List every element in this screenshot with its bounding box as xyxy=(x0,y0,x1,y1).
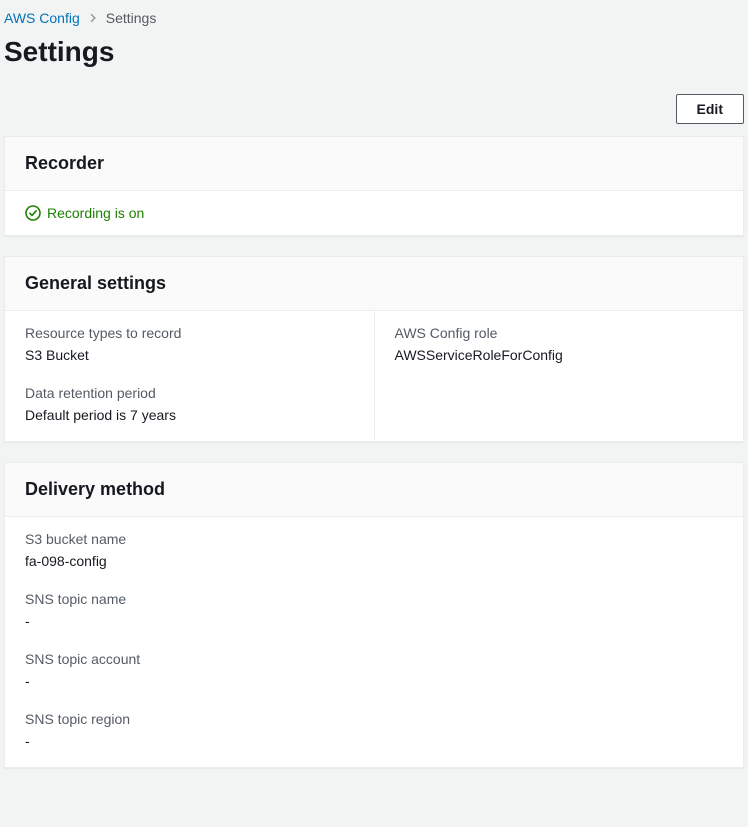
recorder-panel-header: Recorder xyxy=(5,137,743,191)
config-role-value: AWSServiceRoleForConfig xyxy=(395,347,724,363)
breadcrumb: AWS Config Settings xyxy=(0,0,748,30)
s3-bucket-value: fa-098-config xyxy=(25,553,723,569)
config-role-label: AWS Config role xyxy=(395,325,724,341)
recorder-status-text: Recording is on xyxy=(47,205,144,221)
delivery-method-body: S3 bucket name fa-098-config SNS topic n… xyxy=(5,517,743,767)
edit-button[interactable]: Edit xyxy=(676,94,744,124)
config-role-field: AWS Config role AWSServiceRoleForConfig xyxy=(395,325,724,363)
sns-topic-account-value: - xyxy=(25,673,723,689)
actions-row: Edit xyxy=(0,86,748,132)
recorder-panel-body: Recording is on xyxy=(5,191,743,235)
general-settings-col-right: AWS Config role AWSServiceRoleForConfig xyxy=(374,311,744,441)
breadcrumb-root-link[interactable]: AWS Config xyxy=(4,10,80,26)
sns-topic-region-label: SNS topic region xyxy=(25,711,723,727)
s3-bucket-label: S3 bucket name xyxy=(25,531,723,547)
recorder-heading: Recorder xyxy=(25,153,723,174)
sns-topic-region-field: SNS topic region - xyxy=(25,711,723,749)
sns-topic-name-label: SNS topic name xyxy=(25,591,723,607)
sns-topic-account-field: SNS topic account - xyxy=(25,651,723,689)
resource-types-value: S3 Bucket xyxy=(25,347,354,363)
page-title: Settings xyxy=(0,30,748,86)
resource-types-label: Resource types to record xyxy=(25,325,354,341)
retention-value: Default period is 7 years xyxy=(25,407,354,423)
recorder-status: Recording is on xyxy=(25,205,723,221)
s3-bucket-field: S3 bucket name fa-098-config xyxy=(25,531,723,569)
general-settings-panel: General settings Resource types to recor… xyxy=(4,256,744,442)
general-settings-col-left: Resource types to record S3 Bucket Data … xyxy=(5,311,374,441)
delivery-method-header: Delivery method xyxy=(5,463,743,517)
chevron-right-icon xyxy=(88,10,98,26)
sns-topic-account-label: SNS topic account xyxy=(25,651,723,667)
recorder-panel: Recorder Recording is on xyxy=(4,136,744,236)
delivery-method-heading: Delivery method xyxy=(25,479,723,500)
sns-topic-name-field: SNS topic name - xyxy=(25,591,723,629)
delivery-method-panel: Delivery method S3 bucket name fa-098-co… xyxy=(4,462,744,768)
retention-field: Data retention period Default period is … xyxy=(25,385,354,423)
general-settings-body: Resource types to record S3 Bucket Data … xyxy=(5,311,743,441)
general-settings-header: General settings xyxy=(5,257,743,311)
sns-topic-name-value: - xyxy=(25,613,723,629)
retention-label: Data retention period xyxy=(25,385,354,401)
resource-types-field: Resource types to record S3 Bucket xyxy=(25,325,354,363)
breadcrumb-current: Settings xyxy=(106,10,157,26)
sns-topic-region-value: - xyxy=(25,733,723,749)
success-check-icon xyxy=(25,205,41,221)
general-settings-heading: General settings xyxy=(25,273,723,294)
